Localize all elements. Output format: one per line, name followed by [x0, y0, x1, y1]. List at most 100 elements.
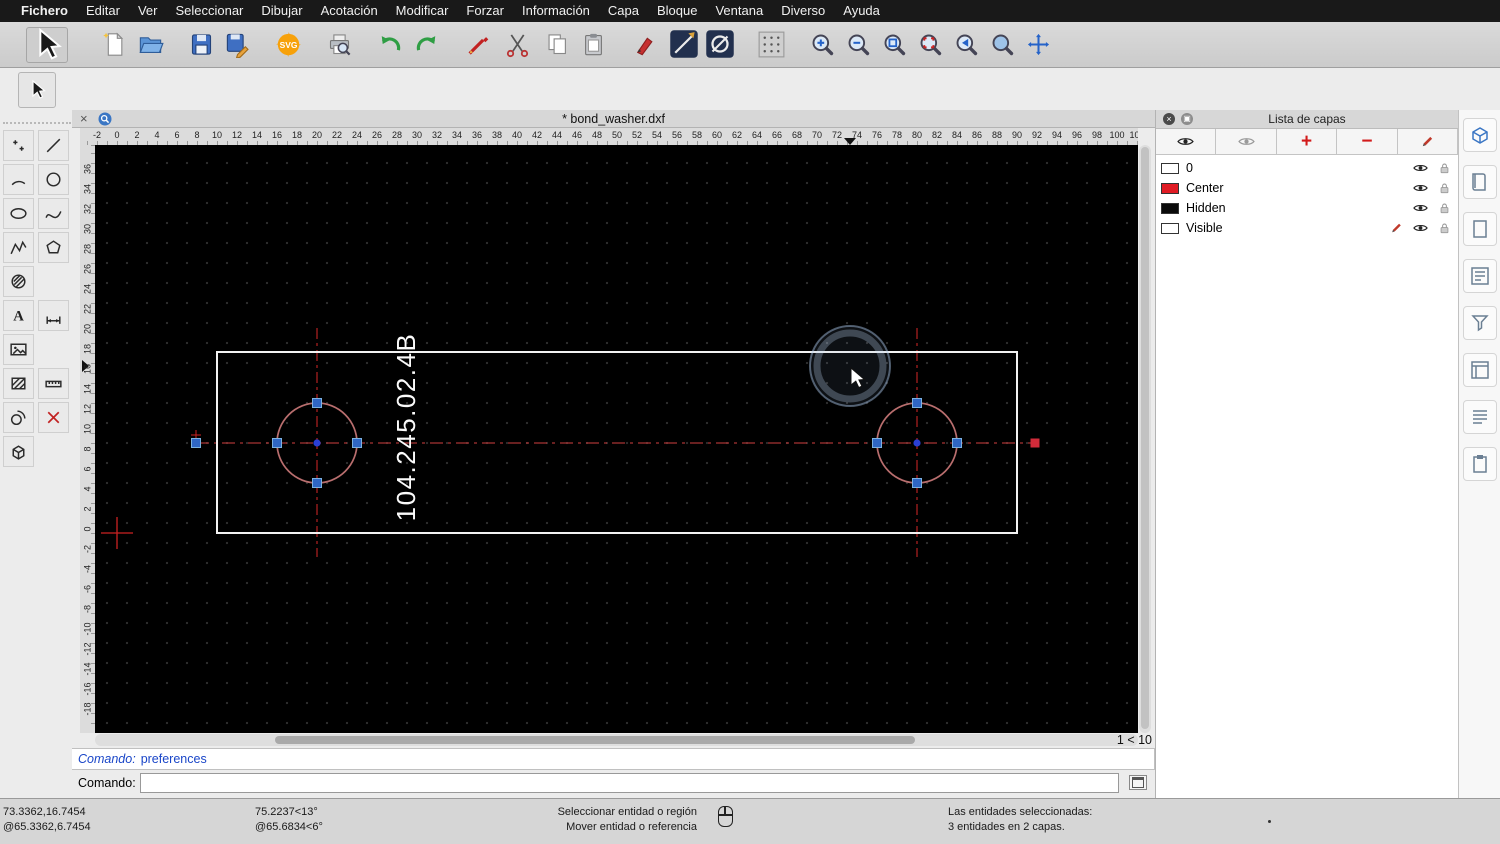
zoom-out-button[interactable]: [840, 27, 876, 61]
print-preview-button[interactable]: [321, 27, 357, 61]
menu-diverso[interactable]: Diverso: [772, 0, 834, 22]
layer-visibility-icon[interactable]: [1413, 182, 1428, 194]
tool-hatch-pattern[interactable]: [3, 368, 34, 399]
menu-editar[interactable]: Editar: [77, 0, 129, 22]
tool-delete[interactable]: [38, 402, 69, 433]
zoom-pan-button[interactable]: [1020, 27, 1056, 61]
tool-measure[interactable]: [38, 368, 69, 399]
layer-row[interactable]: 0: [1156, 158, 1458, 178]
zoom-window-button[interactable]: [984, 27, 1020, 61]
horizontal-scrollbar[interactable]: [95, 734, 1138, 746]
zoom-previous-button[interactable]: [948, 27, 984, 61]
edit-layer-button[interactable]: [1397, 129, 1459, 154]
command-input[interactable]: [140, 773, 1119, 793]
dock-block-list-button[interactable]: [1462, 165, 1497, 199]
tool-text[interactable]: A: [3, 300, 34, 331]
open-document-button[interactable]: [132, 27, 168, 61]
current-tool-button[interactable]: [18, 72, 56, 108]
tool-hatch[interactable]: [3, 266, 34, 297]
menu-fichero[interactable]: Fichero: [12, 0, 77, 22]
layer-color-swatch[interactable]: [1161, 182, 1179, 194]
layer-lock-icon[interactable]: [1437, 202, 1452, 214]
layer-visibility-icon[interactable]: [1413, 162, 1428, 174]
dock-document-panel-button[interactable]: [1462, 212, 1497, 246]
tool-line[interactable]: [38, 130, 69, 161]
undo-button[interactable]: [372, 27, 408, 61]
vertical-scrollbar[interactable]: [1139, 145, 1151, 733]
new-document-button[interactable]: [96, 27, 132, 61]
h-ruler-label: 24: [351, 130, 363, 140]
menu-ventana[interactable]: Ventana: [706, 0, 772, 22]
tool-image[interactable]: [3, 334, 34, 365]
horizontal-scrollbar-thumb[interactable]: [275, 736, 915, 744]
select-tool-button[interactable]: [26, 27, 68, 63]
vertical-scrollbar-thumb[interactable]: [1141, 147, 1149, 729]
layers-hide-all-button[interactable]: [1216, 129, 1277, 154]
layer-lock-icon[interactable]: [1437, 162, 1452, 174]
tool-circle[interactable]: [38, 164, 69, 195]
menu-capa[interactable]: Capa: [599, 0, 648, 22]
menu-ayuda[interactable]: Ayuda: [834, 0, 889, 22]
delete-entities-button[interactable]: [459, 27, 495, 61]
pen-attributes-button[interactable]: [626, 27, 662, 61]
tool-dimension[interactable]: [38, 300, 69, 331]
document-title: * bond_washer.dxf: [562, 112, 665, 126]
tool-solid-3d[interactable]: [3, 436, 34, 467]
layer-visibility-icon[interactable]: [1413, 202, 1428, 214]
tool-circle-arc[interactable]: [3, 402, 34, 433]
remove-layer-button[interactable]: −: [1337, 129, 1398, 154]
layers-show-all-button[interactable]: [1156, 129, 1217, 154]
layer-lock-icon[interactable]: [1437, 222, 1452, 234]
tool-spline[interactable]: [38, 198, 69, 229]
command-toggle-button[interactable]: [1129, 775, 1147, 790]
menu-dibujar[interactable]: Dibujar: [252, 0, 311, 22]
paste-button[interactable]: [575, 27, 611, 61]
dock-layer-list-button[interactable]: [1462, 259, 1497, 293]
panel-title: Lista de capas: [1268, 112, 1346, 126]
save-button[interactable]: [183, 27, 219, 61]
layer-visibility-icon[interactable]: [1413, 222, 1428, 234]
tool-points[interactable]: [3, 130, 34, 161]
layer-color-swatch[interactable]: [1161, 202, 1179, 214]
menu-bloque[interactable]: Bloque: [648, 0, 706, 22]
menu-seleccionar[interactable]: Seleccionar: [166, 0, 252, 22]
menu-forzar[interactable]: Forzar: [457, 0, 513, 22]
copy-button[interactable]: [539, 27, 575, 61]
dock-properties-button[interactable]: [1462, 353, 1497, 387]
dock-entity-filter-button[interactable]: [1462, 306, 1497, 340]
layer-color-swatch[interactable]: [1161, 162, 1179, 174]
dock-clipboard-button[interactable]: [1462, 447, 1497, 481]
tool-ellipse[interactable]: [3, 198, 34, 229]
h-ruler-label: 20: [311, 130, 323, 140]
tool-arc[interactable]: [3, 164, 34, 195]
layer-lock-icon[interactable]: [1437, 182, 1452, 194]
zoom-auto-button[interactable]: [876, 27, 912, 61]
menu-acotacion[interactable]: Acotación: [312, 0, 387, 22]
points-icon: [13, 140, 24, 151]
line-attributes-button[interactable]: [666, 27, 702, 61]
menu-modificar[interactable]: Modificar: [387, 0, 458, 22]
drawing-area[interactable]: 104.245.02.4B: [95, 145, 1138, 733]
dock-library-browser-button[interactable]: [1462, 118, 1497, 152]
add-layer-button[interactable]: +: [1276, 129, 1338, 154]
menu-ver[interactable]: Ver: [129, 0, 167, 22]
circle-attributes-button[interactable]: [702, 27, 738, 61]
redo-button[interactable]: [408, 27, 444, 61]
save-as-button[interactable]: [219, 27, 255, 61]
layer-row[interactable]: Hidden: [1156, 198, 1458, 218]
grid-toggle-button[interactable]: [753, 27, 789, 61]
layer-row[interactable]: Visible: [1156, 218, 1458, 238]
tool-polygon[interactable]: [38, 232, 69, 263]
cut-button[interactable]: [499, 27, 535, 61]
open-folder-icon: [139, 36, 164, 53]
export-svg-button[interactable]: SVG: [270, 27, 306, 61]
layer-color-swatch[interactable]: [1161, 222, 1179, 234]
layer-row[interactable]: Center: [1156, 178, 1458, 198]
tool-polyline[interactable]: [3, 232, 34, 263]
h-ruler-label: 34: [451, 130, 463, 140]
menu-informacion[interactable]: Información: [513, 0, 599, 22]
zoom-in-button[interactable]: [804, 27, 840, 61]
zoom-selected-button[interactable]: [912, 27, 948, 61]
dock-command-history-button[interactable]: [1462, 400, 1497, 434]
drawing-canvas[interactable]: 104.245.02.4B: [95, 145, 1138, 733]
